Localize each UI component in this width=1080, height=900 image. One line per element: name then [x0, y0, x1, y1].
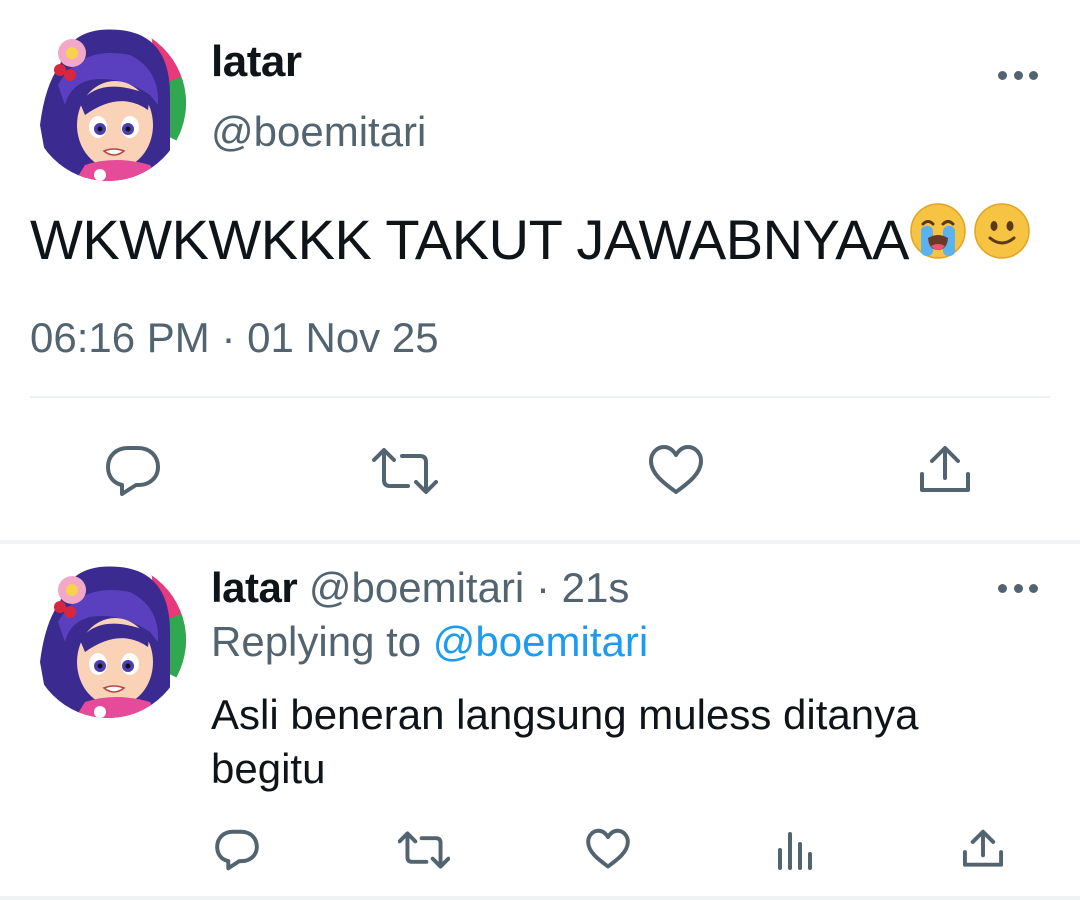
more-options-icon[interactable]	[998, 67, 1038, 83]
avatar-image	[30, 562, 186, 718]
retweet-icon[interactable]	[398, 830, 450, 870]
header-separator: ·	[535, 564, 550, 611]
replying-label: Replying to	[211, 618, 422, 665]
avatar[interactable]	[30, 25, 186, 181]
divider	[30, 396, 1050, 398]
more-options-icon[interactable]	[998, 580, 1038, 596]
tweet-text-content: WKWKWKKK TAKUT JAWABNYAA	[30, 208, 909, 271]
reply-author-handle[interactable]: @boemitari	[309, 564, 524, 611]
retweet-icon[interactable]	[372, 446, 438, 496]
author-name[interactable]: latar	[211, 36, 302, 88]
loudly-crying-face-emoji	[909, 202, 967, 276]
share-icon[interactable]	[961, 828, 1005, 870]
divider	[0, 896, 1080, 900]
author-handle[interactable]: @boemitari	[211, 106, 426, 158]
reply-text: Asli beneran langsung muless ditanya beg…	[211, 691, 919, 792]
tweet-timestamp[interactable]: 06:16 PM · 01 Nov 25	[30, 312, 439, 364]
share-icon[interactable]	[917, 444, 973, 496]
reply-author-name[interactable]: latar	[211, 564, 298, 611]
like-icon[interactable]	[647, 444, 705, 496]
avatar-image	[30, 25, 186, 181]
tweet-text: WKWKWKKK TAKUT JAWABNYAA	[30, 202, 1031, 276]
reply-avatar[interactable]	[30, 562, 186, 718]
slightly-smiling-face-emoji	[973, 202, 1031, 276]
analytics-icon[interactable]	[776, 828, 816, 870]
reply-icon[interactable]	[104, 444, 162, 498]
replying-mention-link[interactable]: @boemitari	[433, 618, 648, 665]
reply-icon[interactable]	[214, 828, 260, 872]
like-icon[interactable]	[585, 828, 631, 870]
reply-time[interactable]: 21s	[562, 564, 630, 611]
tweet-separator	[0, 540, 1080, 544]
replying-to: Replying to @boemitari	[211, 616, 648, 668]
main-tweet: latar @boemitari WKWKWKKK TAKUT JAWABNYA…	[0, 0, 1080, 540]
reply-header: latar @boemitari · 21s	[211, 562, 629, 614]
